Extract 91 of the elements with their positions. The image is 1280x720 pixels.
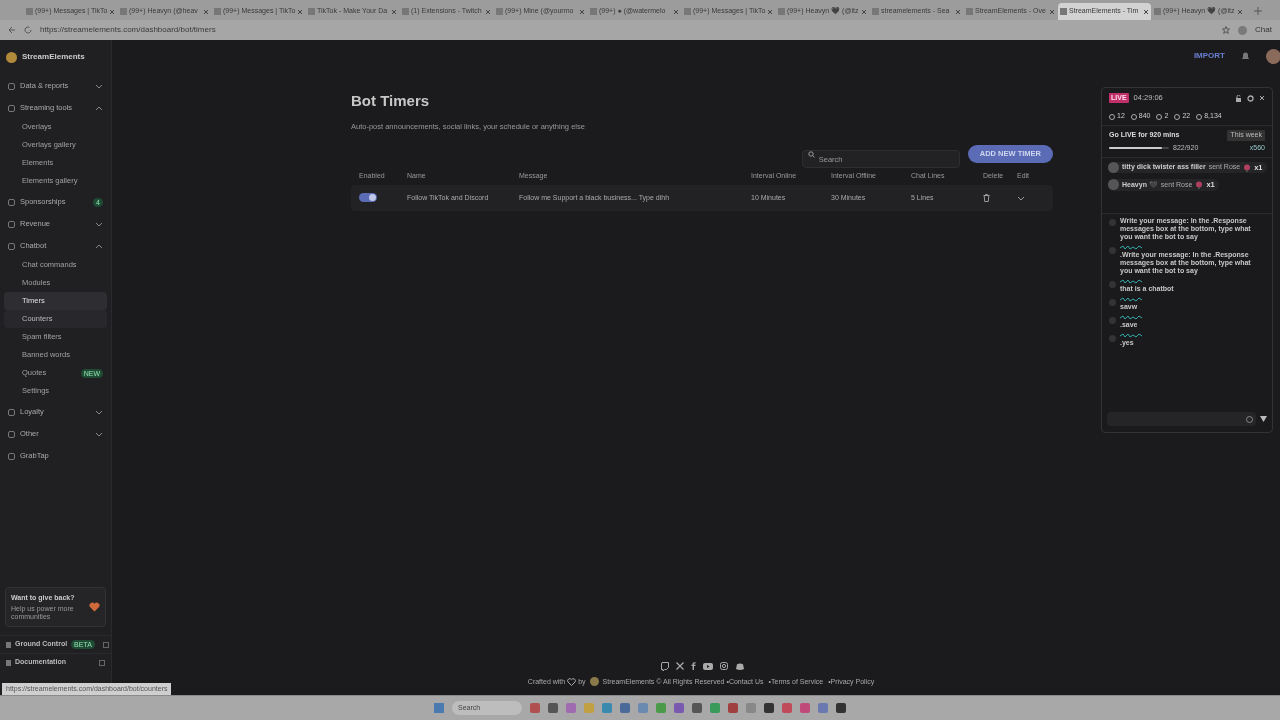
- chevron-up-icon[interactable]: [95, 243, 103, 249]
- tab-favicon: [120, 8, 127, 15]
- external-link-icon: [102, 641, 109, 648]
- section-icon: [8, 220, 15, 228]
- chevron-down-icon[interactable]: [1017, 194, 1025, 201]
- heart-outline-icon: [567, 677, 577, 686]
- close-icon[interactable]: [1237, 8, 1243, 15]
- section-icon: [8, 82, 15, 90]
- tab-favicon: [966, 8, 973, 15]
- external-link-icon: [99, 659, 105, 666]
- new-tab-icon[interactable]: [1254, 7, 1262, 15]
- username-scribble: [1120, 245, 1142, 250]
- tab-favicon: [496, 8, 503, 15]
- section-icon: [8, 198, 15, 206]
- section-icon: [8, 242, 15, 250]
- close-icon[interactable]: [673, 8, 679, 15]
- search-icon: [807, 150, 815, 158]
- settings-icon[interactable]: [1247, 94, 1254, 102]
- link-icon: [6, 641, 11, 648]
- instagram-icon[interactable]: [719, 662, 728, 670]
- filter-icon[interactable]: [1260, 416, 1267, 422]
- x-logo-icon[interactable]: [675, 662, 684, 670]
- avatar[interactable]: [1266, 48, 1280, 64]
- star-icon[interactable]: [1222, 26, 1231, 34]
- chevron-down-icon[interactable]: [95, 221, 103, 227]
- twitch-icon[interactable]: [660, 661, 669, 671]
- close-icon[interactable]: [955, 8, 961, 15]
- avatar: [1109, 281, 1116, 288]
- avatar: [1109, 299, 1116, 306]
- rose-icon: [1243, 163, 1252, 172]
- close-icon[interactable]: [109, 8, 116, 15]
- close-icon[interactable]: [1143, 8, 1149, 15]
- chevron-down-icon[interactable]: [95, 409, 103, 415]
- trash-icon[interactable]: [983, 193, 990, 202]
- link-icon: [6, 659, 11, 666]
- chevron-down-icon[interactable]: [95, 83, 103, 89]
- chevron-down-icon[interactable]: [95, 431, 103, 437]
- tab-favicon: [1154, 8, 1161, 15]
- logo-icon: [589, 677, 599, 687]
- section-icon: [8, 452, 15, 460]
- tab-favicon: [778, 8, 785, 15]
- facebook-icon[interactable]: [690, 662, 696, 670]
- avatar: [1109, 219, 1116, 226]
- avatar: [1108, 162, 1119, 174]
- close-icon[interactable]: [767, 8, 774, 15]
- toggle-switch[interactable]: [359, 193, 377, 203]
- heart-icon: [89, 601, 100, 612]
- username-scribble: [1120, 279, 1142, 284]
- close-icon[interactable]: [579, 8, 585, 15]
- bell-icon[interactable]: [1241, 51, 1250, 61]
- import-button[interactable]: IMPORT: [1193, 50, 1225, 62]
- tab-favicon: [872, 8, 879, 15]
- copilot-button[interactable]: Chat: [1255, 24, 1272, 36]
- avatar: [1109, 247, 1116, 254]
- username-scribble: [1120, 315, 1142, 320]
- page-title: Bot Timers: [351, 91, 431, 111]
- youtube-icon[interactable]: [702, 662, 713, 670]
- discord-icon[interactable]: [734, 662, 745, 670]
- section-icon: [8, 104, 15, 112]
- username-scribble: [1120, 297, 1142, 302]
- close-icon[interactable]: [485, 8, 491, 15]
- close-icon[interactable]: [861, 8, 867, 15]
- close-icon[interactable]: [203, 8, 209, 15]
- chat-input[interactable]: [1107, 412, 1256, 426]
- logo-icon: [6, 51, 17, 63]
- close-icon[interactable]: [1049, 8, 1055, 15]
- emoji-icon[interactable]: [1246, 415, 1253, 423]
- close-icon[interactable]: [297, 8, 304, 15]
- start-icon[interactable]: [434, 703, 444, 713]
- tab-favicon: [590, 8, 597, 15]
- avatar: [1108, 179, 1119, 191]
- tab-favicon: [402, 8, 409, 15]
- tab-favicon: [684, 8, 691, 15]
- lock-icon[interactable]: [1235, 94, 1242, 102]
- tab-favicon: [26, 8, 33, 15]
- tab-favicon: [214, 8, 221, 15]
- avatar: [1109, 317, 1116, 324]
- rose-icon: [1195, 180, 1204, 189]
- chevron-up-icon[interactable]: [95, 105, 103, 111]
- close-icon[interactable]: [391, 8, 397, 15]
- close-icon[interactable]: [1259, 95, 1265, 101]
- reload-icon[interactable]: [24, 26, 32, 34]
- back-icon[interactable]: [8, 26, 16, 34]
- tab-favicon: [308, 8, 315, 15]
- tab-favicon: [1060, 8, 1067, 15]
- section-icon: [8, 430, 15, 438]
- section-icon: [8, 408, 15, 416]
- username-scribble: [1120, 333, 1142, 338]
- brand-name: StreamElements: [22, 51, 85, 63]
- avatar: [1109, 335, 1116, 342]
- address-bar[interactable]: https://streamelements.com/dashboard/bot/timers: [40, 24, 1215, 36]
